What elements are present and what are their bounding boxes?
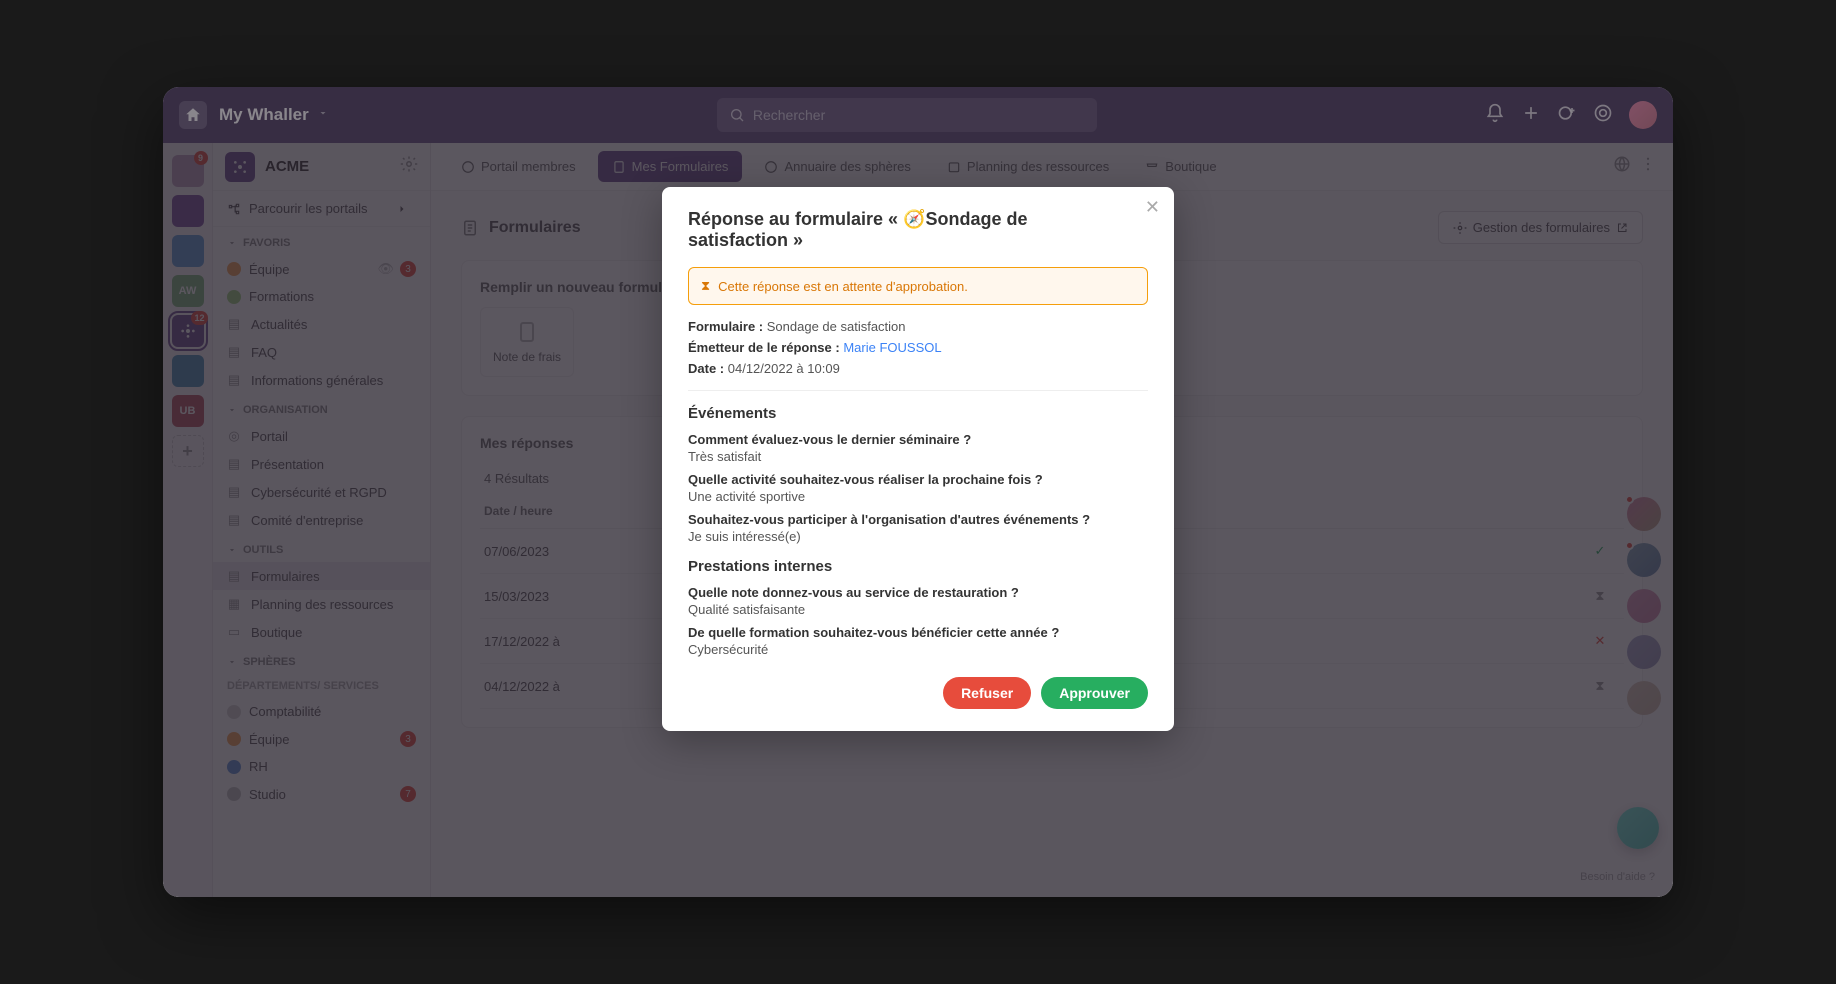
approve-button[interactable]: Approuver <box>1041 677 1148 709</box>
answer: Très satisfait <box>688 449 1148 464</box>
pending-banner: ⧗ Cette réponse est en attente d'approba… <box>688 267 1148 305</box>
question: Quelle activité souhaitez-vous réaliser … <box>688 472 1148 487</box>
answer: Une activité sportive <box>688 489 1148 504</box>
hourglass-icon: ⧗ <box>701 278 710 294</box>
section-events: Événements <box>688 405 1148 422</box>
sender-link[interactable]: Marie FOUSSOL <box>843 340 941 355</box>
question: Comment évaluez-vous le dernier séminair… <box>688 432 1148 447</box>
modal-overlay[interactable]: ✕ Réponse au formulaire « 🧭Sondage de sa… <box>163 87 1673 897</box>
meta-date: Date : 04/12/2022 à 10:09 <box>688 361 1148 376</box>
answer: Je suis intéressé(e) <box>688 529 1148 544</box>
question: Quelle note donnez-vous au service de re… <box>688 585 1148 600</box>
modal-title: Réponse au formulaire « 🧭Sondage de sati… <box>688 209 1148 251</box>
refuse-button[interactable]: Refuser <box>943 677 1031 709</box>
question: Souhaitez-vous participer à l'organisati… <box>688 512 1148 527</box>
answer: Cybersécurité <box>688 642 1148 657</box>
response-modal: ✕ Réponse au formulaire « 🧭Sondage de sa… <box>662 187 1174 731</box>
close-icon[interactable]: ✕ <box>1145 197 1160 218</box>
meta-sender: Émetteur de le réponse : Marie FOUSSOL <box>688 340 1148 355</box>
section-prestations: Prestations internes <box>688 558 1148 575</box>
question: De quelle formation souhaitez-vous bénéf… <box>688 625 1148 640</box>
answer: Qualité satisfaisante <box>688 602 1148 617</box>
meta-form: Formulaire : Sondage de satisfaction <box>688 319 1148 334</box>
